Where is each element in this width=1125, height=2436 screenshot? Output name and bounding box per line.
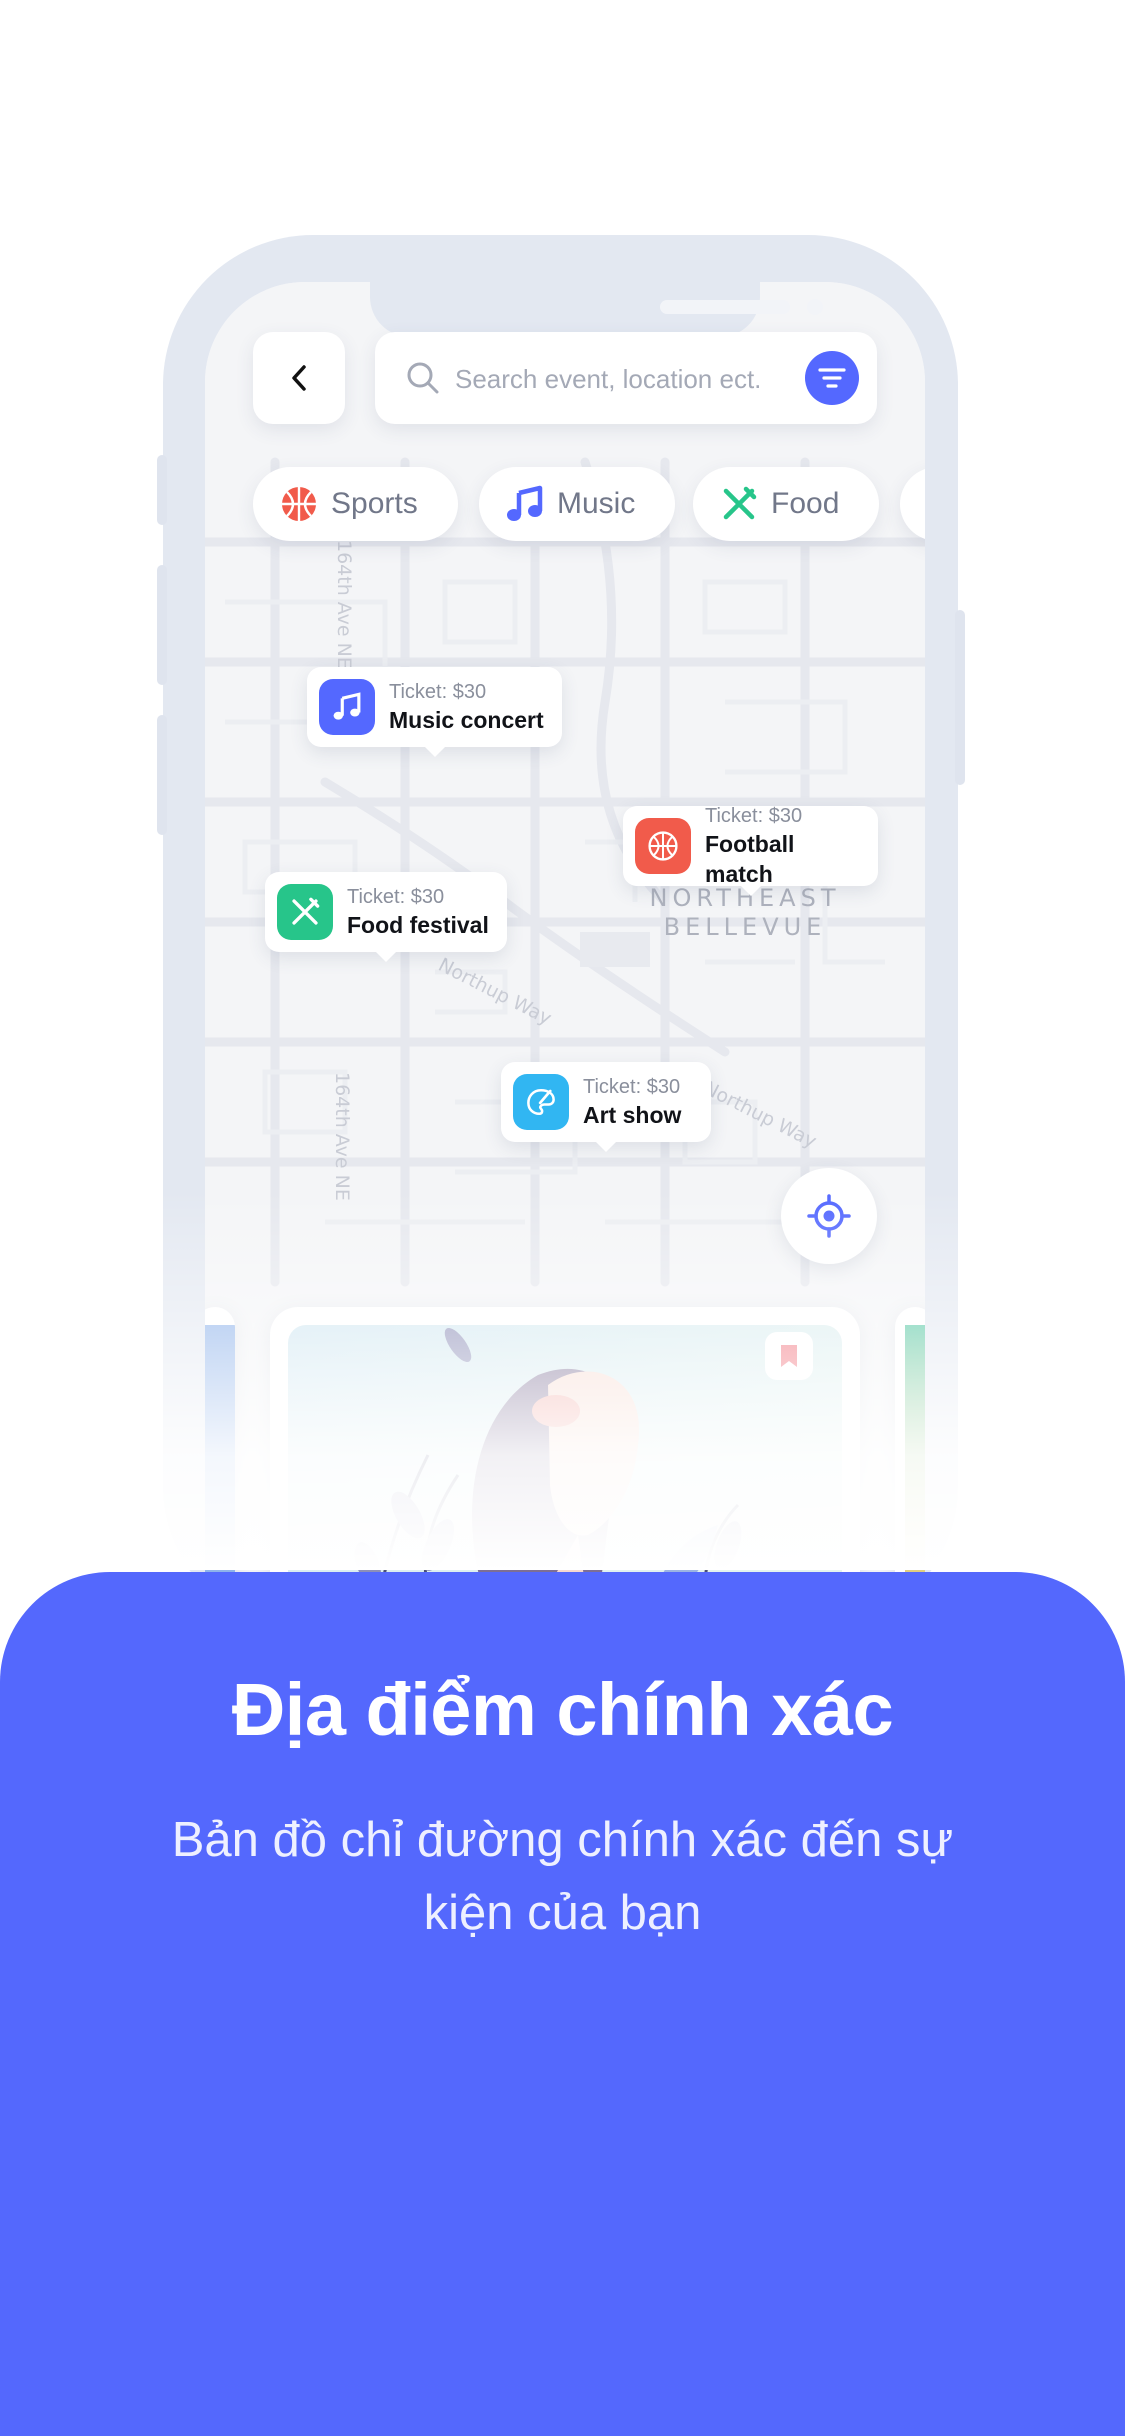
chip-label: Music xyxy=(557,487,636,520)
pin-price: Ticket: $30 xyxy=(347,886,445,908)
phone-side-button xyxy=(157,455,167,525)
event-pin-music-concert[interactable]: Ticket: $30 Music concert xyxy=(307,667,562,757)
pin-title: Art show xyxy=(583,1102,682,1128)
onboarding-panel: Địa điểm chính xác Bản đồ chỉ đường chín… xyxy=(0,1572,1125,2436)
music-note-icon xyxy=(505,484,545,524)
phone-power-button xyxy=(955,610,965,785)
speaker xyxy=(660,300,790,314)
area-label: BELLEVUE xyxy=(664,913,827,941)
filter-icon xyxy=(818,368,846,388)
pin-title: Football match xyxy=(705,831,795,887)
phone-volume-down-button xyxy=(157,715,167,835)
fork-knife-icon xyxy=(719,484,759,524)
screen-fade-overlay xyxy=(0,1190,1125,1570)
chip-label: Sports xyxy=(331,487,418,520)
chip-food[interactable]: Food xyxy=(693,467,879,541)
pin-price: Ticket: $30 xyxy=(389,681,487,703)
search-icon xyxy=(407,362,439,394)
search-bar[interactable] xyxy=(375,332,877,424)
street-label: 164th Ave NE xyxy=(331,1072,353,1201)
pin-price: Ticket: $30 xyxy=(583,1076,681,1098)
chip-sports[interactable]: Sports xyxy=(253,467,458,541)
chevron-left-icon xyxy=(292,365,306,391)
chip-label: Food xyxy=(771,487,840,520)
chip-music[interactable]: Music xyxy=(479,467,675,541)
event-pin-art-show[interactable]: Ticket: $30 Art show xyxy=(501,1062,711,1152)
music-note-icon xyxy=(319,679,375,735)
pin-price: Ticket: $30 xyxy=(705,805,803,827)
pin-title: Music concert xyxy=(389,707,544,733)
event-pin-food-festival[interactable]: Ticket: $30 Food festival xyxy=(265,872,507,962)
back-button[interactable] xyxy=(253,332,345,424)
filter-button[interactable] xyxy=(805,351,859,405)
palette-icon xyxy=(513,1074,569,1130)
phone-notch xyxy=(370,282,823,337)
street-label: 164th Ave NE xyxy=(333,540,355,669)
fork-knife-icon xyxy=(277,884,333,940)
onboarding-title: Địa điểm chính xác xyxy=(231,1668,894,1751)
onboarding-subtitle: Bản đồ chỉ đường chính xác đến sự kiện c… xyxy=(171,1813,954,1940)
event-pin-football-match[interactable]: Ticket: $30 Football match xyxy=(623,805,878,896)
phone-volume-up-button xyxy=(157,565,167,685)
pin-title: Food festival xyxy=(347,912,489,938)
search-input[interactable] xyxy=(453,356,787,402)
front-camera xyxy=(807,299,823,315)
basketball-icon xyxy=(279,484,319,524)
basketball-icon xyxy=(635,818,691,874)
